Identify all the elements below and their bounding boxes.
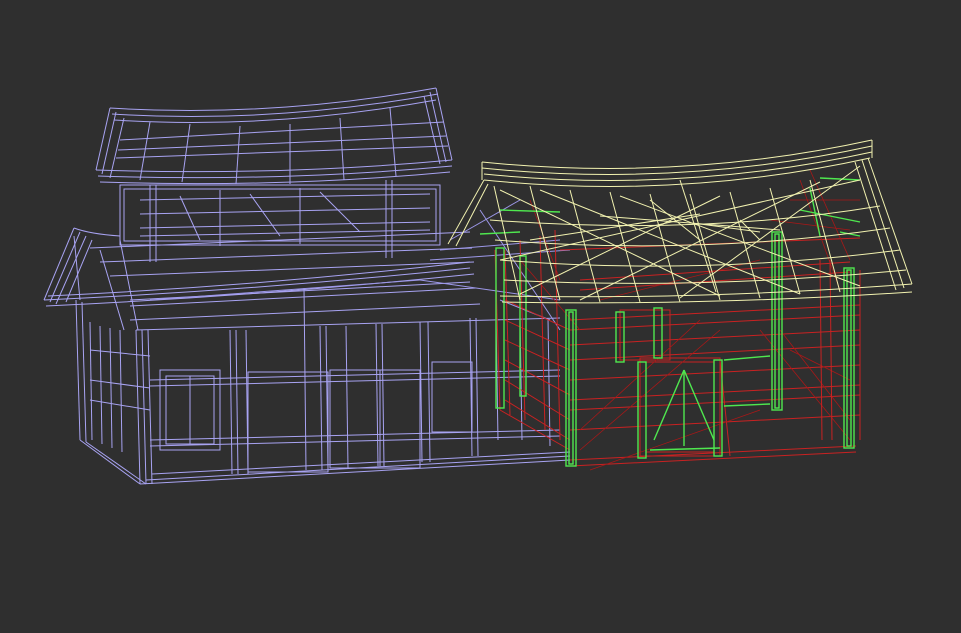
main-hall-wireframe[interactable]	[43, 87, 571, 485]
3d-viewport[interactable]	[0, 0, 961, 633]
side-hall-roof-wireframe[interactable]	[447, 139, 913, 304]
